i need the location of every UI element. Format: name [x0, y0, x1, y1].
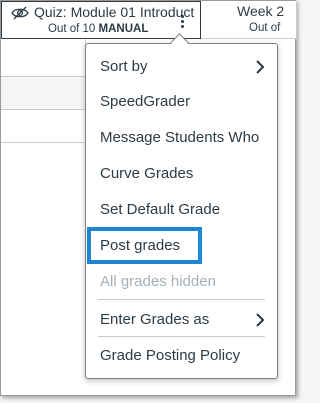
- eye-off-icon: [11, 6, 29, 20]
- menu-item-label: Sort by: [100, 58, 148, 75]
- column-title: Week 2: [237, 3, 285, 19]
- chevron-right-icon: [256, 313, 265, 327]
- menu-item-set-default-grade[interactable]: Set Default Grade: [100, 199, 220, 221]
- menu-separator: [98, 299, 265, 300]
- manual-badge: MANUAL: [98, 23, 149, 35]
- menu-item-message-students-who[interactable]: Message Students Who: [100, 127, 259, 149]
- menu-item-enter-grades-as[interactable]: Enter Grades as: [100, 309, 209, 331]
- menu-item-speedgrader[interactable]: SpeedGrader: [100, 91, 190, 113]
- menu-item-all-grades-hidden: All grades hidden: [100, 271, 216, 293]
- gradebook-frame: Quiz: Module 01 Introduct Out of 10 MANU…: [0, 0, 297, 396]
- column-options-menu: Sort by SpeedGrader Message Students Who…: [85, 43, 278, 379]
- menu-item-label: Enter Grades as: [100, 311, 210, 328]
- column-points: Out of 10 MANUAL: [48, 23, 148, 35]
- column-points: Out of: [249, 22, 281, 34]
- grid-row: [1, 77, 86, 110]
- chevron-right-icon: [256, 60, 265, 74]
- menu-item-label: SpeedGrader: [100, 93, 191, 110]
- menu-item-label: Grade Posting Policy: [100, 347, 241, 364]
- column-header-quiz-module-01[interactable]: Quiz: Module 01 Introduct Out of 10 MANU…: [1, 1, 201, 39]
- column-title: Quiz: Module 01 Introduct: [34, 4, 195, 20]
- menu-item-label: Post grades: [100, 237, 181, 254]
- column-header-week-2[interactable]: Week 2 Out of: [201, 1, 297, 39]
- menu-item-post-grades[interactable]: Post grades: [100, 235, 180, 257]
- menu-item-sort-by[interactable]: Sort by: [100, 56, 148, 78]
- menu-item-curve-grades[interactable]: Curve Grades: [100, 163, 193, 185]
- menu-item-grade-posting-policy[interactable]: Grade Posting Policy: [100, 345, 240, 367]
- column-points-text: Out of 10: [48, 23, 96, 35]
- menu-item-label: All grades hidden: [100, 273, 216, 290]
- menu-item-label: Curve Grades: [100, 165, 194, 182]
- menu-item-label: Message Students Who: [100, 129, 260, 146]
- grid-row: [1, 110, 86, 143]
- grid-row: [1, 39, 86, 77]
- menu-separator: [98, 336, 265, 337]
- menu-item-label: Set Default Grade: [100, 201, 221, 218]
